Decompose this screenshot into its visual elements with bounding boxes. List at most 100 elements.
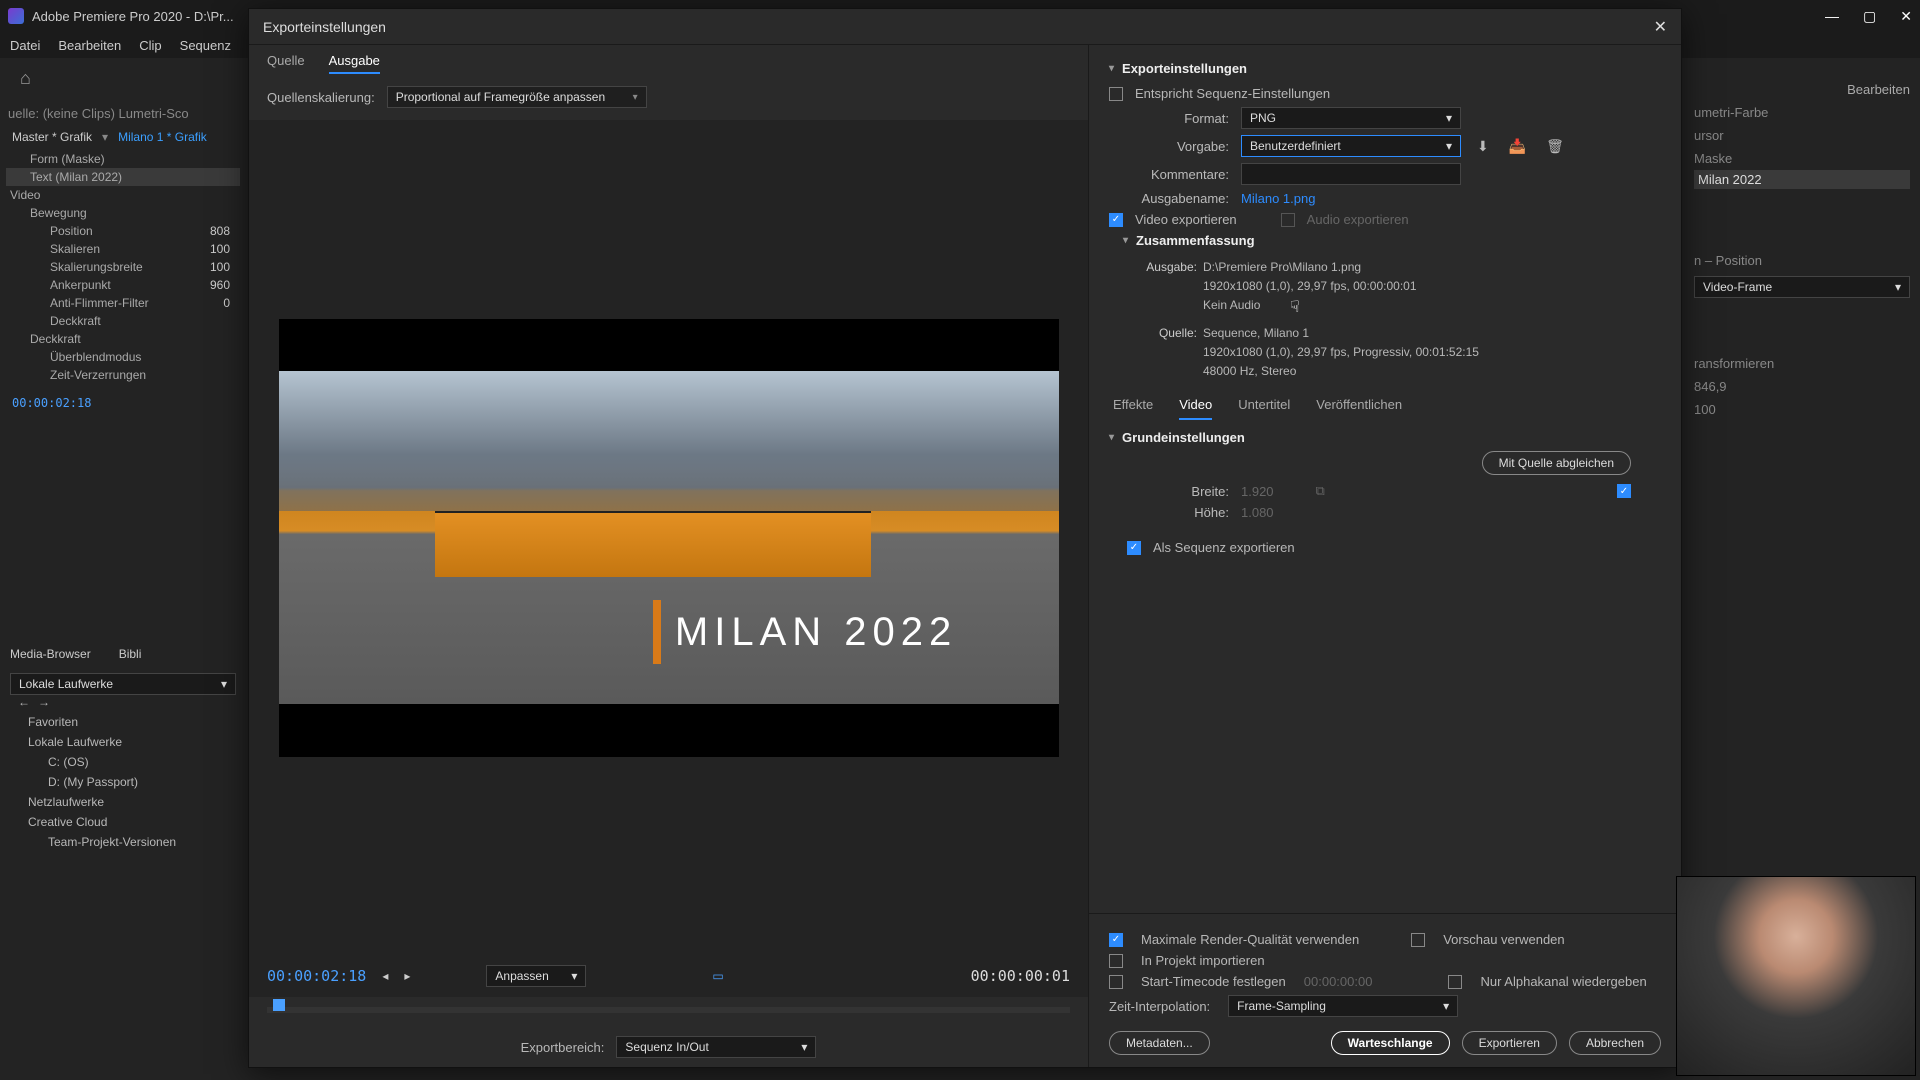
start-tc-checkbox[interactable]: [1109, 975, 1123, 989]
cancel-button[interactable]: Abbrechen: [1569, 1031, 1661, 1055]
back-icon[interactable]: ←: [18, 695, 30, 709]
playhead-icon[interactable]: [273, 999, 285, 1011]
media-browser-tab[interactable]: Media-Browser: [10, 647, 91, 661]
fx-video-header: Video: [10, 188, 40, 202]
edit-tab[interactable]: Bearbeiten: [1847, 82, 1910, 97]
alpha-only-checkbox[interactable]: [1448, 975, 1462, 989]
basic-settings-header[interactable]: Grundeinstellungen: [1109, 430, 1661, 445]
max-quality-checkbox[interactable]: ✓: [1109, 933, 1123, 947]
fx-motion[interactable]: Bewegung: [30, 206, 87, 220]
preview-image: MILAN 2022: [279, 371, 1059, 704]
export-video-checkbox[interactable]: ✓: [1109, 213, 1123, 227]
favourites[interactable]: Favoriten: [28, 715, 78, 729]
local-drives[interactable]: Lokale Laufwerke: [28, 735, 122, 749]
export-range-select[interactable]: Sequenz In/Out▾: [616, 1036, 816, 1058]
drive-c[interactable]: C: (OS): [48, 755, 89, 769]
delete-preset-icon[interactable]: 🗑: [1542, 138, 1568, 155]
minimize-icon[interactable]: —: [1825, 8, 1839, 25]
close-icon[interactable]: ✕: [1900, 8, 1912, 25]
webcam-overlay: [1676, 876, 1916, 1076]
height-value: 1.080: [1241, 505, 1274, 520]
comments-label: Kommentare:: [1109, 167, 1229, 182]
play-fwd-icon[interactable]: ▸: [404, 969, 410, 983]
time-interp-select[interactable]: Frame-Sampling▾: [1228, 995, 1458, 1017]
current-timecode[interactable]: 00:00:02:18: [267, 967, 366, 985]
right-bg-panel: Bearbeiten umetri-Farbe ursor Maske Mila…: [1684, 68, 1920, 431]
duration: 00:00:00:01: [971, 967, 1070, 985]
queue-button[interactable]: Warteschlange: [1331, 1031, 1450, 1055]
import-project-checkbox[interactable]: [1109, 954, 1123, 968]
drives-select[interactable]: Lokale Laufwerke▾: [10, 673, 236, 695]
preset-label: Vorgabe:: [1109, 139, 1229, 154]
tab-publish[interactable]: Veröffentlichen: [1316, 397, 1402, 420]
home-icon[interactable]: ⌂: [20, 68, 31, 89]
drive-d[interactable]: D: (My Passport): [48, 775, 138, 789]
save-preset-icon[interactable]: ⬇: [1473, 138, 1493, 155]
fx-blendmode[interactable]: Zeit-Verzerrungen: [50, 368, 146, 382]
tab-output[interactable]: Ausgabe: [329, 53, 380, 74]
tab-source[interactable]: Quelle: [267, 53, 305, 74]
time-interp-label: Zeit-Interpolation:: [1109, 999, 1210, 1014]
use-preview-label: Vorschau verwenden: [1443, 932, 1564, 947]
fx-form-mask[interactable]: Form (Maske): [30, 152, 105, 166]
source-scaling-select[interactable]: Proportional auf Framegröße anpassen▾: [387, 86, 647, 108]
width-value: 1.920: [1241, 484, 1274, 499]
use-preview-checkbox[interactable]: [1411, 933, 1425, 947]
menu-edit[interactable]: Bearbeiten: [58, 38, 121, 53]
preset-select[interactable]: Benutzerdefiniert▾: [1241, 135, 1461, 157]
import-preset-icon[interactable]: 📥: [1505, 138, 1530, 155]
fx-opacity2[interactable]: Überblendmodus: [50, 350, 141, 364]
tab-subtitles[interactable]: Untertitel: [1238, 397, 1290, 420]
maximize-icon[interactable]: ▢: [1863, 8, 1876, 25]
menu-sequence[interactable]: Sequenz: [180, 38, 231, 53]
export-button[interactable]: Exportieren: [1462, 1031, 1557, 1055]
preview-frame: MILAN 2022: [279, 319, 1059, 757]
effect-controls-panel: Master * Grafik ▾ Milano 1 * Grafik Form…: [0, 120, 246, 414]
dialog-close-icon[interactable]: ✕: [1654, 17, 1667, 37]
export-footer: ✓ Maximale Render-Qualität verwenden Vor…: [1089, 913, 1681, 1067]
export-settings-header[interactable]: Exporteinstellungen: [1109, 61, 1661, 76]
export-audio-label: Audio exportieren: [1307, 212, 1409, 227]
fx-scale[interactable]: Skalieren: [50, 242, 100, 256]
fx-position[interactable]: Position: [50, 224, 93, 238]
fit-select[interactable]: Anpassen▾: [486, 965, 586, 987]
format-label: Format:: [1109, 111, 1229, 126]
panel-tabs-bg: uelle: (keine Clips) Lumetri-Sco: [8, 106, 189, 121]
comments-input[interactable]: [1241, 163, 1461, 185]
fx-scalew[interactable]: Skalierungsbreite: [50, 260, 143, 274]
start-tc-label: Start-Timecode festlegen: [1141, 974, 1286, 989]
frame-select[interactable]: Video-Frame▾: [1694, 276, 1910, 298]
fx-text-milan[interactable]: Text (Milan 2022): [30, 170, 122, 184]
fx-antiflicker[interactable]: Deckkraft: [50, 314, 101, 328]
network-drives[interactable]: Netzlaufwerke: [28, 795, 104, 809]
team-projects[interactable]: Team-Projekt-Versionen: [48, 835, 176, 849]
creative-cloud[interactable]: Creative Cloud: [28, 815, 107, 829]
match-source-button[interactable]: Mit Quelle abgleichen: [1482, 451, 1631, 475]
aspect-icon[interactable]: ▭: [712, 969, 723, 983]
sequence-link[interactable]: Milano 1 * Grafik: [118, 130, 207, 144]
as-sequence-checkbox[interactable]: ✓: [1127, 541, 1141, 555]
output-name-link[interactable]: Milano 1.png: [1241, 191, 1315, 206]
metadata-button[interactable]: Metadaten...: [1109, 1031, 1210, 1055]
summary-header[interactable]: Zusammenfassung: [1123, 233, 1661, 248]
export-audio-checkbox: [1281, 213, 1295, 227]
tab-video[interactable]: Video: [1179, 397, 1212, 420]
timeline-slider[interactable]: [249, 997, 1088, 1027]
format-select[interactable]: PNG▾: [1241, 107, 1461, 129]
layer-milan-2022[interactable]: Milan 2022: [1694, 170, 1910, 189]
alpha-only-label: Nur Alphakanal wiedergeben: [1480, 974, 1646, 989]
menu-clip[interactable]: Clip: [139, 38, 161, 53]
menu-file[interactable]: Datei: [10, 38, 40, 53]
tab-effects[interactable]: Effekte: [1113, 397, 1153, 420]
forward-icon[interactable]: →: [38, 695, 50, 709]
play-back-icon[interactable]: ◂: [382, 969, 388, 983]
fx-anchor[interactable]: Anti-Flimmer-Filter: [50, 296, 149, 310]
export-range-label: Exportbereich:: [521, 1040, 605, 1055]
fx-rotation[interactable]: Ankerpunkt: [50, 278, 111, 292]
fx-opacity[interactable]: Deckkraft: [30, 332, 81, 346]
library-tab[interactable]: Bibli: [119, 647, 142, 661]
import-project-label: In Projekt importieren: [1141, 953, 1265, 968]
start-tc-value: 00:00:00:00: [1304, 974, 1373, 989]
match-sequence-checkbox[interactable]: [1109, 87, 1123, 101]
width-lock-checkbox[interactable]: ✓: [1617, 484, 1631, 498]
